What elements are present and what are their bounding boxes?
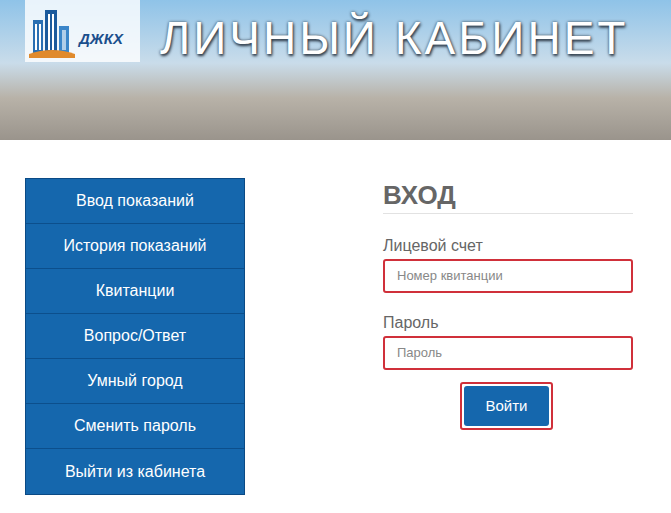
login-button[interactable]: Войти [464,386,549,426]
field-label: Лицевой счет [383,236,633,256]
form-field: Пароль [383,313,633,370]
sidebar-item[interactable]: Сменить пароль [26,404,244,449]
sidebar-item[interactable]: Ввод показаний [26,179,244,224]
form-field: Лицевой счет [383,236,633,293]
header-title: ЛИЧНЫЙ КАБИНЕТ [160,0,628,68]
sidebar-item[interactable]: Вопрос/Ответ [26,314,244,359]
login-form: ВХОД Лицевой счет Пароль Войти [383,178,633,495]
button-highlight: Войти [460,382,553,430]
sidebar: Ввод показанийИстория показанийКвитанции… [25,178,245,495]
page: ДЖКХ ЛИЧНЫЙ КАБИНЕТ Ввод показанийИстория … [0,0,671,513]
field-label: Пароль [383,313,633,333]
sidebar-item[interactable]: Выйти из кабинета [26,449,244,494]
sidebar-item[interactable]: История показаний [26,224,244,269]
logo: ДЖКХ [25,0,140,62]
header-banner: ДЖКХ ЛИЧНЫЙ КАБИНЕТ [0,0,671,140]
sidebar-item[interactable]: Квитанции [26,269,244,314]
main: Ввод показанийИстория показанийКвитанции… [0,140,671,495]
building-logo-icon [29,6,75,58]
sidebar-item[interactable]: Умный город [26,359,244,404]
logo-text: ДЖКХ [79,28,123,59]
text-input[interactable] [383,259,633,293]
text-input[interactable] [383,336,633,370]
login-title: ВХОД [383,180,633,214]
